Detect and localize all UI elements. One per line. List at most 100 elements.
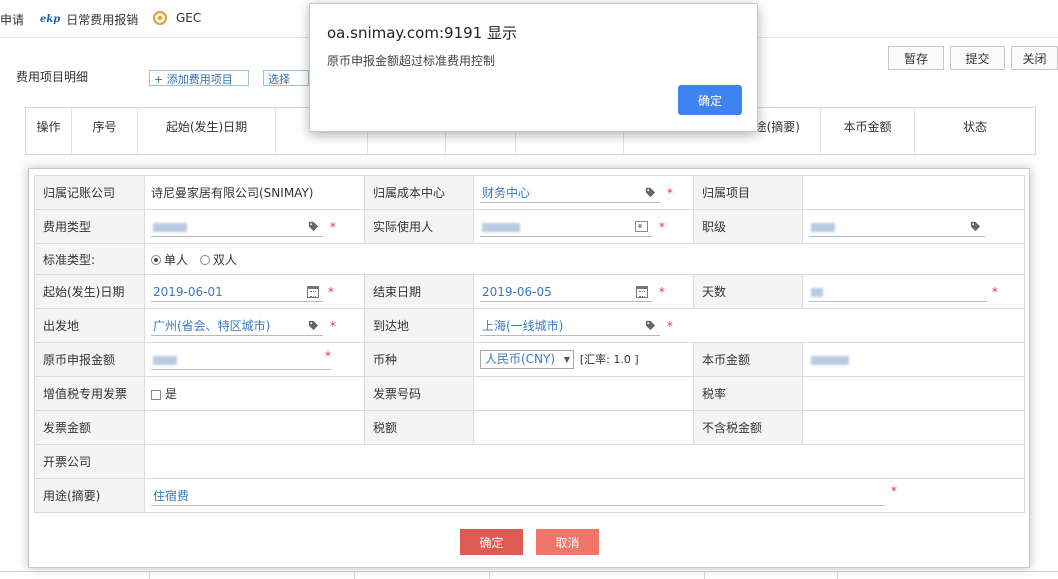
tax-rate-value (802, 376, 1025, 411)
ekp-logo-icon: ekp (40, 14, 61, 25)
amount-ex-tax-label: 不含税金额 (693, 410, 803, 445)
purpose-label: 用途(摘要) (34, 478, 145, 513)
vat-invoice-checkbox[interactable] (151, 389, 161, 400)
arrival-value: 上海(一线城市) (482, 318, 564, 333)
expense-detail-form: 归属记账公司 诗尼曼家居有限公司(SNIMAY) 归属成本中心 财务中心 * 归… (34, 175, 1025, 513)
start-date-field[interactable]: 2019-06-01 (151, 282, 323, 302)
single-radio[interactable] (151, 255, 161, 265)
end-date-label: 结束日期 (364, 274, 474, 309)
project-value (802, 175, 1025, 210)
company-label: 归属记账公司 (34, 175, 145, 210)
tag-icon[interactable] (308, 221, 319, 232)
departure-field[interactable]: 广州(省会、特区城市) (151, 316, 323, 336)
invoice-amount-value (144, 410, 365, 445)
company-value: 诗尼曼家居有限公司(SNIMAY) (144, 175, 365, 210)
tax-amount-value (473, 410, 694, 445)
close-button[interactable]: 关闭 (1011, 46, 1058, 70)
original-amount-field[interactable]: * (151, 349, 331, 370)
tab-label: GEC (176, 11, 202, 25)
alert-title: oa.snimay.com:9191 显示 (327, 24, 517, 42)
arrival-field[interactable]: 上海(一线城市) (480, 316, 660, 336)
grade-label: 职级 (693, 209, 803, 244)
tag-icon[interactable] (645, 187, 656, 198)
add-expense-link[interactable]: + 添加费用项目 (149, 70, 249, 86)
required-mark: * (327, 284, 334, 299)
tax-rate-label: 税率 (693, 376, 803, 411)
invoice-no-label: 发票号码 (364, 376, 474, 411)
tab-label: 申请 (0, 13, 25, 27)
column-header: 状态 (962, 120, 987, 134)
alert-ok-button[interactable]: 确定 (678, 85, 742, 115)
start-date-label: 起始(发生)日期 (34, 274, 145, 309)
departure-label: 出发地 (34, 308, 145, 343)
end-date-field[interactable]: 2019-06-05 (480, 282, 652, 302)
purpose-field[interactable]: 住宿费 (151, 486, 885, 506)
required-mark: * (325, 348, 331, 363)
save-draft-button[interactable]: 暂存 (888, 46, 944, 70)
end-date-value: 2019-06-05 (482, 284, 552, 299)
required-mark: * (329, 219, 336, 234)
redacted-value (153, 222, 187, 232)
arrival-label: 到达地 (364, 308, 474, 343)
alert-dialog: oa.snimay.com:9191 显示 原币申报金额超过标准费用控制 确定 (309, 3, 758, 132)
days-field[interactable] (809, 282, 987, 302)
redacted-value (482, 222, 520, 232)
required-mark: * (991, 284, 998, 299)
original-amount-label: 原币申报金额 (34, 342, 145, 377)
tag-icon[interactable] (645, 320, 656, 331)
column-header: 起始(发生)日期 (138, 108, 276, 154)
required-mark: * (658, 284, 665, 299)
tab-gec[interactable]: GEC (153, 11, 201, 25)
purpose-value: 住宿费 (153, 488, 190, 503)
expense-detail-panel: 归属记账公司 诗尼曼家居有限公司(SNIMAY) 归属成本中心 财务中心 * 归… (28, 168, 1030, 568)
actual-user-field[interactable] (480, 217, 652, 237)
days-label: 天数 (693, 274, 803, 309)
issuing-company-label: 开票公司 (34, 444, 145, 479)
select-expense-link[interactable]: 选择 (263, 70, 309, 86)
cost-center-label: 归属成本中心 (364, 175, 474, 210)
redacted-value (811, 355, 849, 365)
tab-daily-expense[interactable]: ekp 日常费用报销 (40, 11, 138, 28)
cost-center-field[interactable]: 财务中心 (480, 183, 660, 203)
expense-grid-footer (0, 571, 1058, 579)
local-amount-label: 本币金额 (693, 342, 803, 377)
column-header: 本币金额 (821, 108, 915, 154)
cancel-button[interactable]: 取消 (536, 529, 599, 555)
person-picker-icon[interactable] (635, 220, 648, 232)
expense-type-field[interactable] (151, 217, 323, 237)
section-title: 费用项目明细 (16, 70, 89, 84)
currency-select[interactable]: 人民币(CNY) (480, 350, 575, 369)
redacted-value (811, 222, 835, 232)
required-mark: * (666, 185, 673, 200)
tax-amount-label: 税额 (364, 410, 474, 445)
tab-label: 日常费用报销 (66, 13, 139, 27)
cost-center-value: 财务中心 (482, 185, 531, 200)
calendar-icon[interactable] (307, 285, 319, 298)
alert-message: 原币申报金额超过标准费用控制 (327, 54, 496, 68)
required-mark: * (890, 483, 897, 498)
amount-ex-tax-value (802, 410, 1025, 445)
required-mark: * (666, 318, 673, 333)
tag-icon[interactable] (308, 320, 319, 331)
tag-icon[interactable] (970, 221, 981, 232)
expense-type-label: 费用类型 (34, 209, 145, 244)
start-date-value: 2019-06-01 (153, 284, 223, 299)
required-mark: * (329, 318, 336, 333)
actual-user-label: 实际使用人 (364, 209, 474, 244)
tab-apply[interactable]: 申请 (0, 11, 24, 28)
double-radio-label: 双人 (212, 252, 237, 267)
confirm-button[interactable]: 确定 (460, 529, 523, 555)
submit-button[interactable]: 提交 (950, 46, 1005, 70)
currency-label: 币种 (364, 342, 474, 377)
project-label: 归属项目 (693, 175, 803, 210)
calendar-icon[interactable] (636, 285, 648, 298)
column-header: 序号 (72, 108, 138, 154)
invoice-no-value (473, 376, 694, 411)
single-radio-label: 单人 (164, 252, 189, 267)
issuing-company-value (144, 444, 1025, 479)
departure-value: 广州(省会、特区城市) (153, 318, 271, 333)
vat-invoice-label: 增值税专用发票 (34, 376, 145, 411)
required-mark: * (658, 219, 665, 234)
grade-field[interactable] (809, 217, 985, 237)
double-radio[interactable] (199, 255, 210, 265)
